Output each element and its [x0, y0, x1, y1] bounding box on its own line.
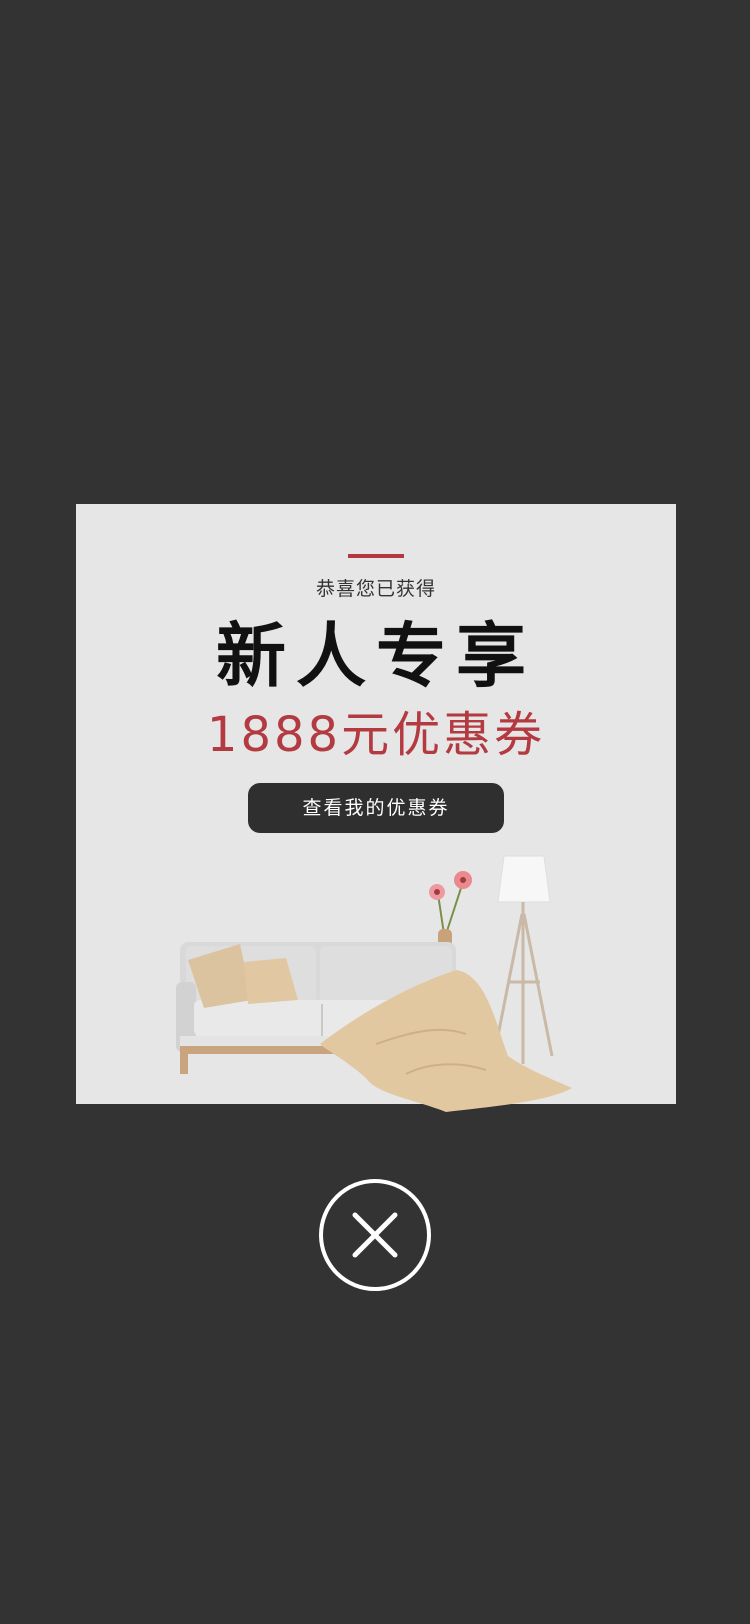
view-coupon-button[interactable]: 查看我的优惠券 [248, 783, 504, 833]
flower-vase [429, 871, 472, 963]
accent-divider [348, 554, 404, 558]
close-icon [352, 1212, 398, 1258]
popup-subtitle: 恭喜您已获得 [315, 578, 436, 600]
coupon-popup: 恭喜您已获得 新人专享 1888元优惠券 查看我的优惠券 [76, 504, 676, 1112]
sofa [176, 942, 572, 1112]
modal-overlay[interactable]: 恭喜您已获得 新人专享 1888元优惠券 查看我的优惠券 [0, 0, 750, 1624]
coupon-amount: 1888元优惠券 [206, 707, 546, 763]
floor-lamp [492, 855, 554, 1064]
popup-title: 新人专享 [216, 615, 536, 697]
close-button[interactable] [319, 1179, 431, 1291]
